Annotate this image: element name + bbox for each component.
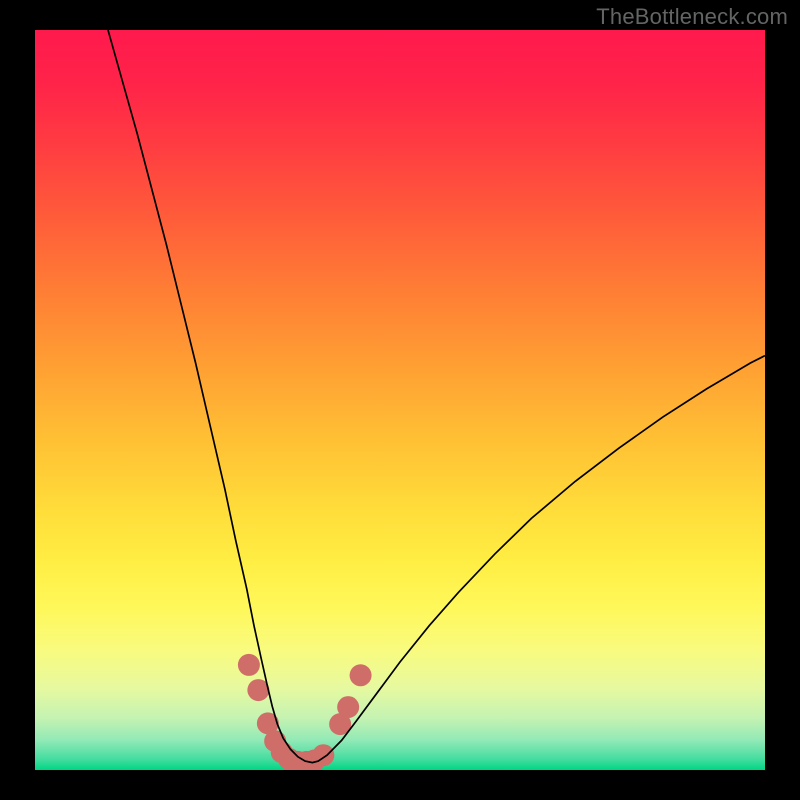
highlight-dot — [337, 696, 359, 718]
highlight-dot — [238, 654, 260, 676]
gradient-background — [35, 30, 765, 770]
highlight-dot — [312, 744, 334, 766]
highlight-dot — [350, 664, 372, 686]
bottleneck-plot — [0, 0, 800, 800]
watermark-text: TheBottleneck.com — [596, 4, 788, 30]
chart-frame: TheBottleneck.com — [0, 0, 800, 800]
